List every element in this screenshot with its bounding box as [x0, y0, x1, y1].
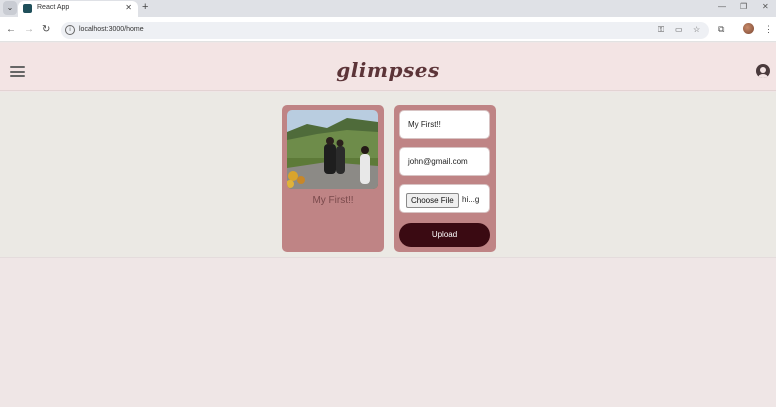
- upload-button[interactable]: Upload: [399, 223, 490, 247]
- email-input-value[interactable]: john@gmail.com: [408, 157, 468, 166]
- tab-close-icon[interactable]: ✕: [125, 3, 132, 12]
- upload-form-card: My First!! john@gmail.com Choose File hi…: [394, 105, 496, 252]
- content-area: [0, 92, 776, 258]
- react-favicon-icon: [23, 4, 32, 13]
- forward-icon[interactable]: →: [24, 24, 34, 35]
- tab-title: React App: [37, 4, 70, 11]
- bookmark-star-icon[interactable]: ☆: [693, 25, 700, 34]
- choose-file-button[interactable]: Choose File: [406, 193, 459, 208]
- cast-icon[interactable]: ▭: [675, 25, 683, 34]
- app-logo: glimpses: [336, 58, 440, 82]
- email-input[interactable]: john@gmail.com: [399, 147, 490, 176]
- back-icon[interactable]: ←: [6, 24, 16, 35]
- extensions-icon[interactable]: ⧉: [718, 24, 724, 35]
- post-caption: My First!!: [312, 195, 354, 206]
- browser-tab-bar: ⌄ React App ✕ + — ❐ ✕: [0, 0, 776, 17]
- browser-tab[interactable]: React App ✕: [18, 1, 138, 17]
- profile-avatar[interactable]: [743, 23, 754, 34]
- caption-input[interactable]: My First!!: [399, 110, 490, 139]
- kebab-menu-icon[interactable]: ⋮: [764, 24, 773, 35]
- url-text[interactable]: localhost:3000/home: [79, 26, 144, 33]
- restore-icon[interactable]: ❐: [740, 2, 747, 11]
- app-header: glimpses: [0, 43, 776, 91]
- tab-search-icon[interactable]: ⌄: [3, 1, 17, 15]
- account-icon[interactable]: [756, 64, 770, 78]
- post-photo-image: [287, 110, 378, 189]
- selected-file-name: hi...g: [462, 195, 480, 204]
- post-photo: [287, 110, 378, 189]
- browser-toolbar: ← → ↻ i localhost:3000/home ⚿ ▭ ☆ ⧉ ⋮: [0, 17, 776, 42]
- caption-input-value[interactable]: My First!!: [408, 120, 441, 129]
- address-bar[interactable]: i localhost:3000/home ⚿ ▭ ☆: [61, 22, 709, 39]
- post-card: My First!!: [282, 105, 384, 252]
- reload-icon[interactable]: ↻: [42, 24, 50, 35]
- minimize-icon[interactable]: —: [718, 2, 726, 11]
- new-tab-icon[interactable]: +: [142, 1, 148, 13]
- site-info-icon[interactable]: i: [65, 25, 75, 35]
- password-key-icon[interactable]: ⚿: [658, 25, 664, 35]
- file-input[interactable]: Choose File hi...g: [399, 184, 490, 213]
- window-close-icon[interactable]: ✕: [762, 2, 769, 11]
